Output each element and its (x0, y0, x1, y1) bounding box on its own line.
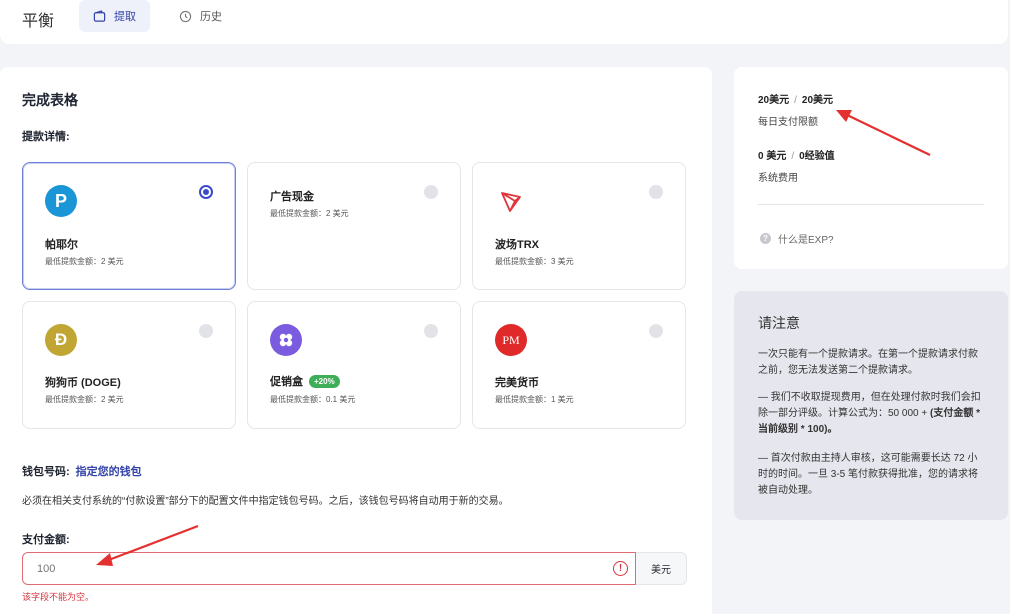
tab-history[interactable]: 历史 (165, 0, 236, 32)
exp-link-label: 什么是EXP? (778, 235, 834, 246)
payment-option-doge[interactable]: Đ 狗狗币 (DOGE) 最低提款金额：2 美元 (22, 301, 236, 429)
option-min: 最低提款金额：2 美元 (45, 395, 124, 404)
divider (758, 204, 984, 205)
top-bar (0, 0, 1008, 44)
option-min: 最低提款金额：3 美元 (495, 257, 574, 266)
daily-used: 20美元 (758, 95, 790, 106)
tab-withdraw[interactable]: 提取 (79, 0, 150, 32)
wallet-row: 钱包号码: 指定您的钱包 (22, 463, 142, 479)
amount-error-message: 该字段不能为空。 (22, 592, 95, 602)
promo-box-icon (270, 324, 302, 356)
notice-paragraph-1: 一次只能有一个提款请求。在第一个提款请求付款之前，您无法发送第二个提款请求。 (758, 349, 978, 376)
system-fee-label: 系统费用 (758, 173, 798, 184)
option-name: 狗狗币 (DOGE) (45, 377, 121, 389)
tab-label: 历史 (200, 11, 222, 23)
radio-button[interactable] (199, 324, 213, 338)
notice-paragraph-3: — 首次付款由主持人审核，这可能需要长达 72 小时的时间。一旦 3-5 笔付款… (758, 453, 979, 496)
option-min: 最低提款金额：0.1 美元 (270, 395, 356, 404)
payment-option-trx[interactable]: 波场TRX 最低提款金额：3 美元 (472, 162, 686, 290)
form-title: 完成表格 (22, 92, 78, 108)
payment-option-paypal[interactable]: P 帕耶尔 最低提款金额：2 美元 (22, 162, 236, 290)
page-title: 平衡 (22, 13, 55, 30)
separator: / (794, 95, 797, 106)
option-min: 最低提款金额：2 美元 (45, 257, 124, 266)
wallet-note: 必须在相关支付系统的“付款设置”部分下的配置文件中指定钱包号码。之后，该钱包号码… (22, 496, 509, 507)
amount-input[interactable] (22, 552, 636, 585)
history-icon (179, 10, 192, 22)
tab-label: 提取 (114, 11, 136, 23)
payment-option-perfect-money[interactable]: PM 完美货币 最低提款金额：1 美元 (472, 301, 686, 429)
help-icon: ? (760, 233, 771, 244)
radio-button[interactable] (424, 185, 438, 199)
option-min: 最低提款金额：1 美元 (495, 395, 574, 404)
bonus-badge: +20% (309, 374, 340, 388)
option-name: 完美货币 (495, 377, 539, 389)
dogecoin-icon: Đ (45, 324, 77, 356)
wallet-label: 钱包号码: (22, 466, 70, 478)
radio-button[interactable] (424, 324, 438, 338)
tron-icon (495, 185, 527, 217)
notice-paragraph-2: — 我们不收取提现费用，但在处理付款时我们会扣除一部分评级。计算公式为：50 0… (758, 390, 984, 438)
perfect-money-icon: PM (495, 324, 527, 356)
wallet-icon (93, 9, 106, 22)
error-icon: ! (613, 561, 628, 576)
separator: / (791, 151, 795, 162)
currency-unit: 美元 (636, 552, 687, 585)
amount-label: 支付金额: (22, 534, 70, 546)
daily-total: 20美元 (801, 95, 834, 106)
system-fee-value: 0 美元 / 0经验值 (758, 147, 835, 162)
what-is-exp-link[interactable]: ? 什么是EXP? (760, 231, 834, 246)
fee-exp: 0经验值 (799, 151, 835, 162)
option-name: 波场TRX (495, 239, 539, 251)
radio-button[interactable] (199, 185, 213, 199)
option-name: 促销盒 +20% (270, 373, 340, 389)
details-label: 提款详情: (22, 131, 70, 143)
paypal-icon: P (45, 185, 77, 217)
payment-option-promo-box[interactable]: 促销盒 +20% 最低提款金额：0.1 美元 (247, 301, 461, 429)
fee-usd: 0 美元 (758, 151, 787, 162)
option-min: 最低提款金额：2 美元 (270, 209, 349, 218)
daily-limit-value: 20美元 / 20美元 (758, 91, 833, 106)
notice-title: 请注意 (758, 315, 800, 331)
daily-limit-label: 每日支付限额 (758, 117, 818, 128)
option-name: 广告现金 (270, 191, 314, 203)
radio-button[interactable] (649, 185, 663, 199)
specify-wallet-link[interactable]: 指定您的钱包 (76, 466, 142, 478)
radio-button[interactable] (649, 324, 663, 338)
option-name-text: 促销盒 (270, 376, 303, 388)
option-name: 帕耶尔 (45, 239, 78, 251)
payment-option-adcash[interactable]: 广告现金 最低提款金额：2 美元 (247, 162, 461, 290)
